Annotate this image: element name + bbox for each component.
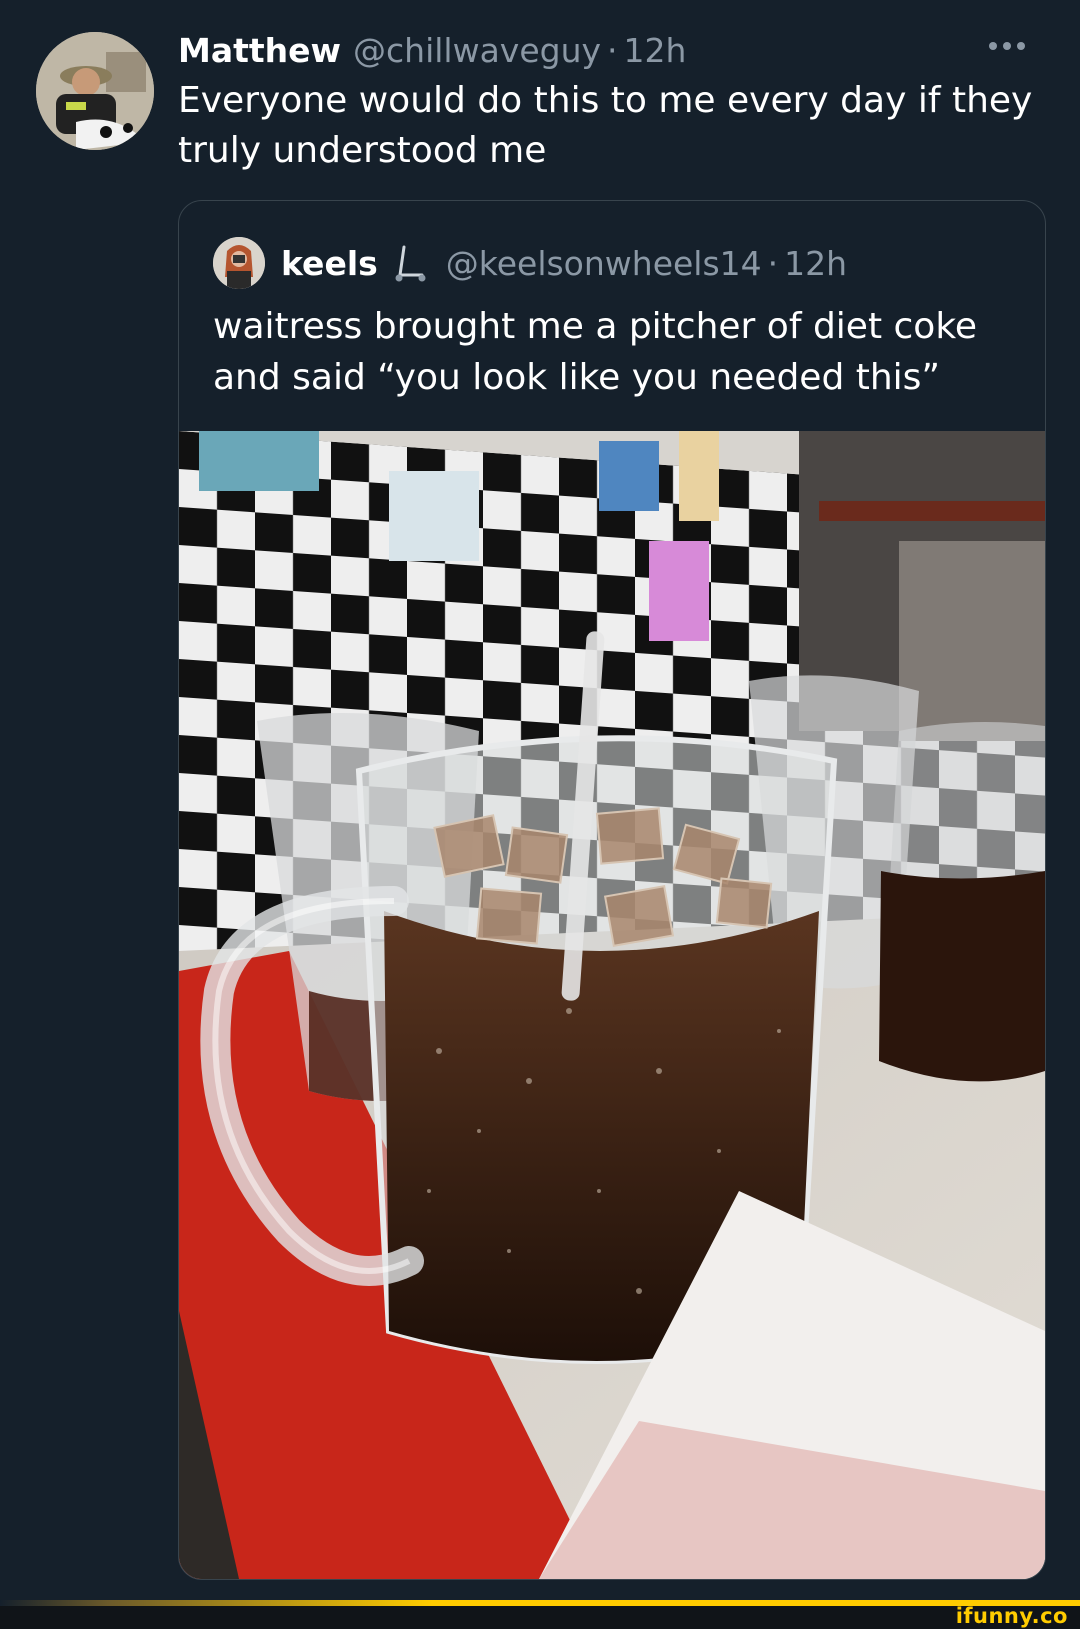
author-avatar[interactable] (36, 32, 154, 150)
quoted-tweet-card[interactable]: keels @keelsonwheels14 · 12h waitress br… (178, 200, 1046, 1580)
ifunny-watermark: ifunny.co (955, 1604, 1068, 1628)
tweet-text: Everyone would do this to me every day i… (178, 80, 1033, 171)
pitcher-of-soda-photo[interactable] (179, 431, 1045, 1579)
separator-dot: · (767, 243, 779, 283)
quoted-author-handle[interactable]: @keelsonwheels14 (446, 244, 762, 283)
more-options-icon[interactable] (982, 24, 1032, 68)
quoted-author-name[interactable]: keels (281, 244, 378, 283)
tweet-header: Matthew @chillwaveguy · 12h (178, 28, 1050, 72)
watermark-bar: ifunny.co (0, 1600, 1080, 1629)
quoted-tweet-timestamp[interactable]: 12h (784, 244, 847, 283)
quoted-tweet-header: keels @keelsonwheels14 · 12h (213, 237, 1025, 289)
author-name[interactable]: Matthew (178, 31, 341, 70)
scooter-icon (392, 243, 428, 283)
quoted-tweet-text: waitress brought me a pitcher of diet co… (213, 306, 978, 398)
quoted-author-avatar[interactable] (213, 237, 265, 289)
author-handle[interactable]: @chillwaveguy (353, 31, 601, 70)
separator-dot: · (607, 30, 618, 70)
watermark-gradient-bar (0, 1600, 1080, 1606)
tweet-timestamp[interactable]: 12h (624, 31, 687, 70)
